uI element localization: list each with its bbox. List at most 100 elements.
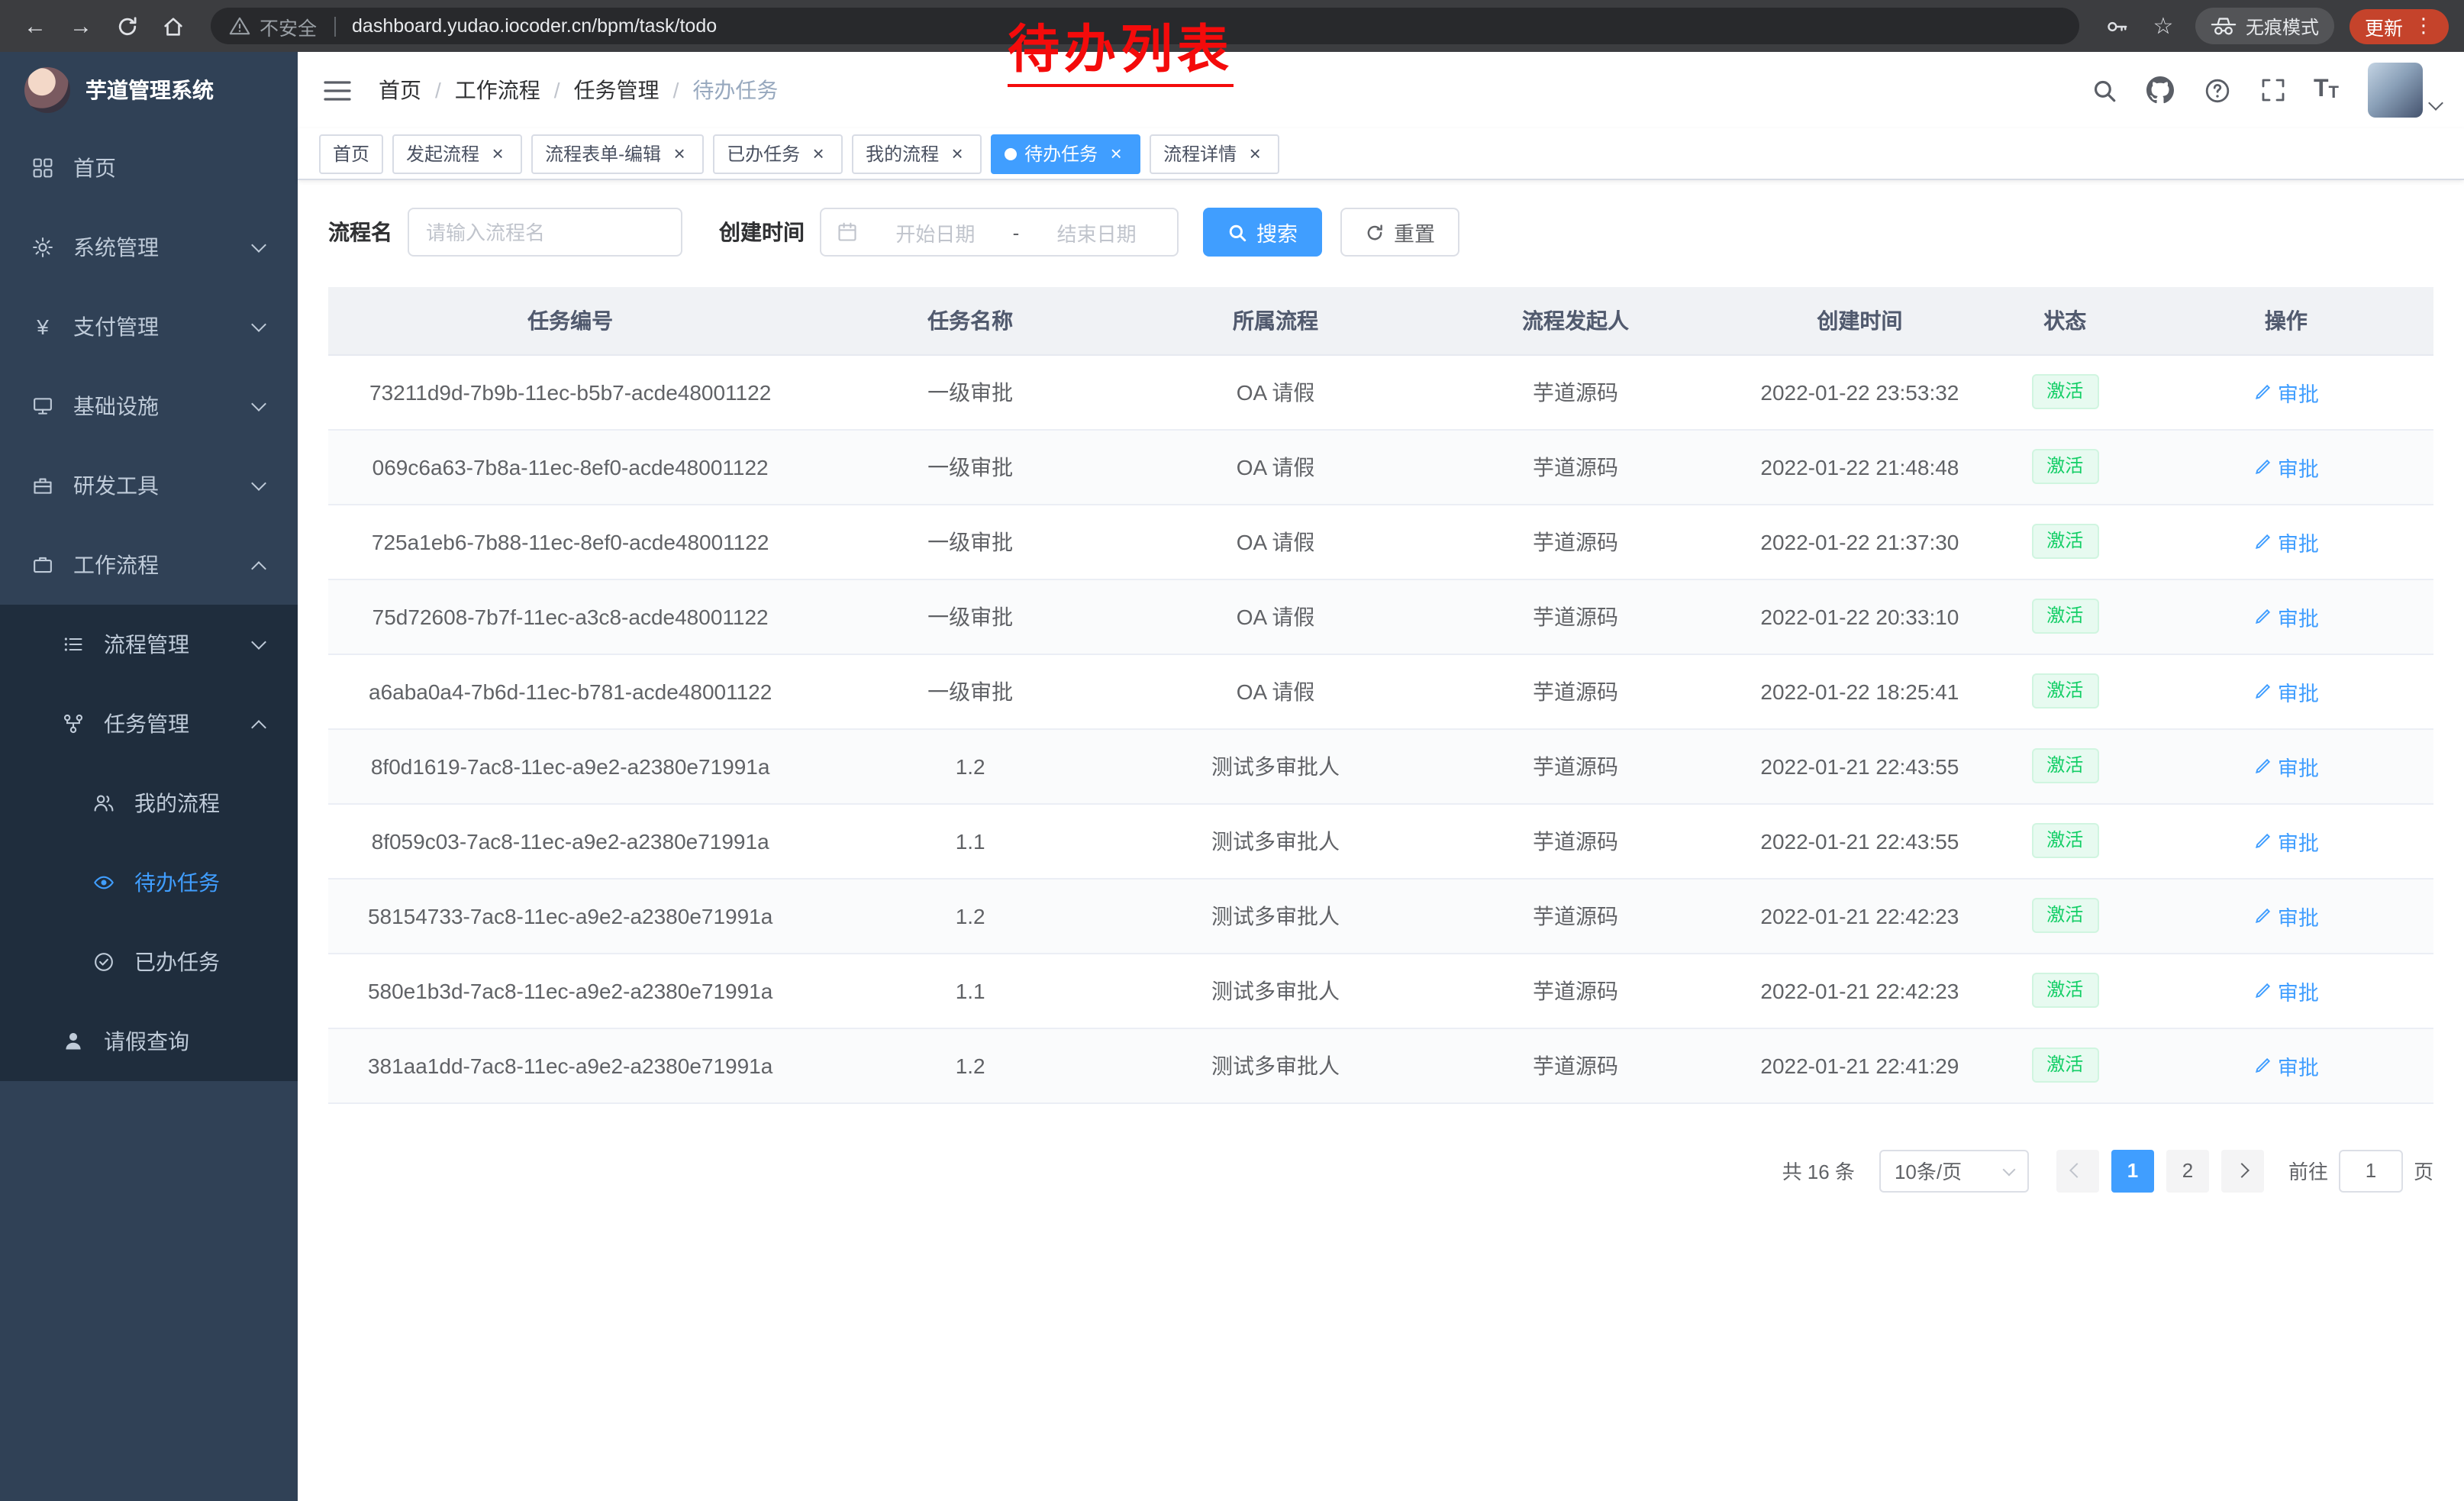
github-icon	[2147, 76, 2175, 104]
star-icon: ☆	[2153, 15, 2173, 37]
help-button[interactable]	[2201, 73, 2234, 107]
user-avatar[interactable]	[2368, 63, 2423, 118]
tag-home[interactable]: 首页	[319, 134, 383, 173]
github-button[interactable]	[2144, 73, 2178, 107]
cell-task-name: 一级审批	[812, 654, 1128, 728]
tag-start-process[interactable]: 发起流程×	[392, 134, 522, 173]
update-label: 更新	[2365, 11, 2403, 40]
sidebar-item-infra[interactable]: 基础设施	[0, 366, 298, 446]
approve-link[interactable]: 审批	[2253, 975, 2319, 1006]
cell-time: 2022-01-22 21:37:30	[1728, 504, 1992, 579]
table-row: 725a1eb6-7b88-11ec-8ef0-acde48001122 一级审…	[328, 504, 2433, 579]
close-icon[interactable]: ×	[669, 143, 690, 164]
sidebar-item-system[interactable]: 系统管理	[0, 208, 298, 287]
table-row: 069c6a63-7b8a-11ec-8ef0-acde48001122 一级审…	[328, 429, 2433, 504]
cell-starter: 芋道源码	[1423, 579, 1728, 654]
close-icon[interactable]: ×	[487, 143, 508, 164]
cell-process: 测试多审批人	[1128, 878, 1423, 953]
pagination: 共 16 条 10条/页 1 2 前往 页	[328, 1149, 2433, 1192]
divider	[334, 16, 335, 36]
fullscreen-button[interactable]	[2257, 73, 2291, 107]
tag-process-detail[interactable]: 流程详情×	[1150, 134, 1279, 173]
eye-icon	[92, 870, 116, 895]
page-button-1[interactable]: 1	[2111, 1149, 2154, 1192]
edit-pencil-icon	[2253, 1056, 2272, 1074]
breadcrumb-current: 待办任务	[692, 75, 778, 105]
question-icon	[2204, 77, 2230, 103]
date-range-picker[interactable]: 开始日期 - 结束日期	[820, 208, 1179, 257]
screen: ← → 不安全 dashboard.yudao.iocoder.cn/bpm/t…	[0, 0, 2464, 1501]
approve-link[interactable]: 审批	[2253, 900, 2319, 931]
sidebar-item-leave-query[interactable]: 请假查询	[0, 1002, 298, 1081]
approve-link[interactable]: 审批	[2253, 376, 2319, 407]
approve-link[interactable]: 审批	[2253, 451, 2319, 482]
close-icon[interactable]: ×	[1244, 143, 1266, 164]
sidebar-item-devtools[interactable]: 研发工具	[0, 446, 298, 525]
cell-time: 2022-01-22 23:53:32	[1728, 354, 1992, 429]
browser-update-button[interactable]: 更新 ⋮	[2350, 8, 2449, 44]
close-icon[interactable]: ×	[1105, 143, 1127, 164]
edit-pencil-icon	[2253, 682, 2272, 700]
sidebar-item-done-task[interactable]: 已办任务	[0, 922, 298, 1002]
next-page-button[interactable]	[2221, 1149, 2264, 1192]
close-icon[interactable]: ×	[808, 143, 829, 164]
sidebar-item-my-process[interactable]: 我的流程	[0, 763, 298, 843]
browser-back-button[interactable]: ←	[15, 6, 55, 46]
passwords-key-icon[interactable]	[2098, 6, 2137, 46]
search-button[interactable]: 搜索	[1203, 208, 1322, 257]
browser-forward-button[interactable]: →	[61, 6, 101, 46]
navbar-actions: TT	[2088, 63, 2441, 118]
col-starter: 流程发起人	[1423, 287, 1728, 354]
status-badge: 激活	[2031, 674, 2098, 709]
start-date-placeholder: 开始日期	[870, 218, 1001, 247]
sidebar-item-payment[interactable]: ¥ 支付管理	[0, 287, 298, 366]
browser-home-button[interactable]	[153, 6, 192, 46]
font-size-button[interactable]: TT	[2314, 78, 2339, 102]
breadcrumb-task-mgmt[interactable]: 任务管理	[574, 75, 660, 105]
sidebar-item-todo-task[interactable]: 待办任务	[0, 843, 298, 922]
people-icon	[92, 791, 116, 815]
chevron-down-icon	[251, 396, 266, 412]
sidebar-collapse-button[interactable]	[321, 73, 354, 107]
tag-todo-task-active[interactable]: 待办任务×	[991, 134, 1140, 173]
user-menu[interactable]	[2368, 63, 2441, 118]
cell-time: 2022-01-21 22:43:55	[1728, 728, 1992, 803]
cell-starter: 芋道源码	[1423, 803, 1728, 878]
browser-reload-button[interactable]	[107, 6, 147, 46]
sidebar-item-workflow[interactable]: 工作流程	[0, 525, 298, 605]
person-icon	[61, 1029, 85, 1054]
approve-link[interactable]: 审批	[2253, 676, 2319, 706]
forward-arrow-icon: →	[69, 15, 92, 37]
process-name-input[interactable]	[408, 208, 682, 257]
approve-link[interactable]: 审批	[2253, 750, 2319, 781]
sidebar-item-task-mgmt[interactable]: 任务管理	[0, 684, 298, 763]
approve-link[interactable]: 审批	[2253, 526, 2319, 557]
approve-link[interactable]: 审批	[2253, 1050, 2319, 1080]
fullscreen-icon	[2262, 78, 2286, 102]
page-button-2[interactable]: 2	[2166, 1149, 2209, 1192]
cell-process: 测试多审批人	[1128, 953, 1423, 1028]
bookmark-star-button[interactable]: ☆	[2143, 6, 2183, 46]
tag-done-task[interactable]: 已办任务×	[713, 134, 843, 173]
breadcrumb-home[interactable]: 首页	[379, 75, 421, 105]
search-button[interactable]	[2088, 73, 2121, 107]
sidebar-item-process-mgmt[interactable]: 流程管理	[0, 605, 298, 684]
approve-link[interactable]: 审批	[2253, 601, 2319, 631]
tag-form-edit[interactable]: 流程表单-编辑×	[531, 134, 704, 173]
browser-menu-icon[interactable]: ⋮	[2414, 14, 2433, 38]
approve-link[interactable]: 审批	[2253, 825, 2319, 856]
reset-button[interactable]: 重置	[1340, 208, 1459, 257]
goto-page-input[interactable]	[2339, 1149, 2403, 1192]
prev-page-button[interactable]	[2056, 1149, 2099, 1192]
sidebar-item-home[interactable]: 首页	[0, 128, 298, 208]
process-name-label: 流程名	[328, 217, 392, 247]
page-size-select[interactable]: 10条/页	[1879, 1149, 2029, 1192]
breadcrumb-workflow[interactable]: 工作流程	[455, 75, 540, 105]
briefcase-icon	[31, 553, 55, 577]
close-icon[interactable]: ×	[947, 143, 968, 164]
cell-starter: 芋道源码	[1423, 354, 1728, 429]
edit-pencil-icon	[2253, 607, 2272, 625]
table-row: 580e1b3d-7ac8-11ec-a9e2-a2380e71991a 1.1…	[328, 953, 2433, 1028]
incognito-icon	[2211, 15, 2237, 37]
tag-my-process[interactable]: 我的流程×	[852, 134, 982, 173]
